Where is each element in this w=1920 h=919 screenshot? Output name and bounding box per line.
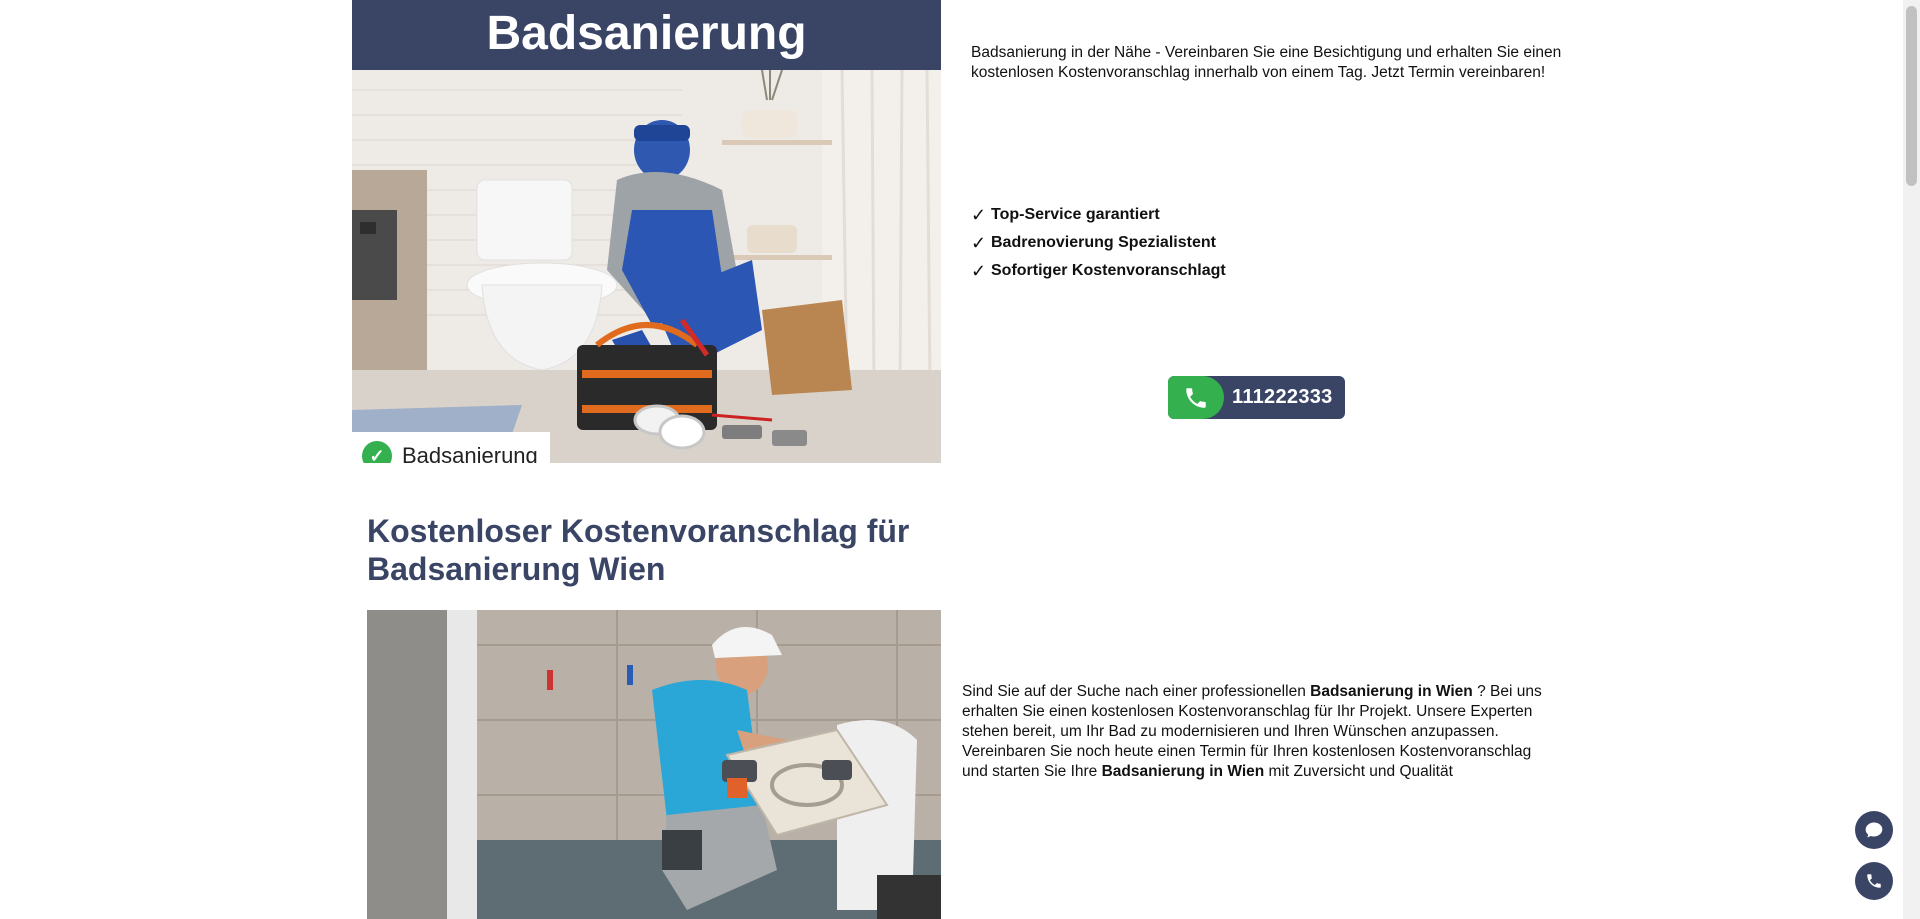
section-title: Kostenloser Kostenvoranschlag für Badsan… bbox=[367, 513, 910, 587]
checkmark-icon: ✓ bbox=[971, 261, 987, 281]
phone-icon bbox=[1867, 874, 1881, 888]
feature-list: ✓ Top-Service garantiert ✓ Badrenovierun… bbox=[971, 201, 1226, 285]
feature-label: Badrenovierung Spezialistent bbox=[991, 234, 1216, 251]
feature-item: ✓ Badrenovierung Spezialistent bbox=[971, 229, 1226, 257]
feature-item: ✓ Sofortiger Kostenvoranschlagt bbox=[971, 257, 1226, 285]
hero-intro-text: Badsanierung in der Nähe - Vereinbaren S… bbox=[971, 44, 1562, 81]
hero-badge-label: Badsanierung bbox=[402, 443, 538, 463]
phone-number: 111222333 bbox=[1232, 386, 1333, 408]
feature-label: Top-Service garantiert bbox=[991, 206, 1160, 223]
chat-button[interactable] bbox=[1855, 811, 1893, 849]
feature-label: Sofortiger Kostenvoranschlagt bbox=[991, 262, 1226, 279]
hero-title: Badsanierung bbox=[352, 0, 941, 70]
hero-card: Badsanierung ✓ Badsanierung bbox=[352, 0, 941, 463]
check-circle-icon: ✓ bbox=[362, 441, 392, 463]
vertical-scrollbar[interactable] bbox=[1903, 0, 1920, 919]
feature-item: ✓ Top-Service garantiert bbox=[971, 201, 1226, 229]
phone-icon bbox=[1168, 376, 1224, 419]
hero-photo-plumber: ✓ Badsanierung bbox=[352, 70, 941, 463]
chat-bubble-icon bbox=[1865, 822, 1883, 838]
call-button[interactable]: 111222333 bbox=[1168, 376, 1345, 419]
section-text-highlight: Badsanierung in Wien bbox=[1310, 683, 1473, 700]
scrollbar-thumb[interactable] bbox=[1906, 6, 1917, 186]
section-text-part: mit Zuversicht und Qualität bbox=[1264, 763, 1453, 780]
section-text-part: Sind Sie auf der Suche nach einer profes… bbox=[962, 683, 1311, 700]
section-text: Sind Sie auf der Suche nach einer profes… bbox=[962, 682, 1547, 782]
page: Badsanierung ✓ Badsanierung Badsanierung… bbox=[0, 0, 1920, 919]
section-photo-tiler bbox=[367, 610, 941, 919]
section-text-highlight: Badsanierung in Wien bbox=[1101, 763, 1265, 780]
checkmark-icon: ✓ bbox=[971, 233, 987, 253]
phone-fab-button[interactable] bbox=[1855, 862, 1893, 900]
checkmark-icon: ✓ bbox=[971, 205, 987, 225]
hero-badge: ✓ Badsanierung bbox=[352, 432, 550, 463]
